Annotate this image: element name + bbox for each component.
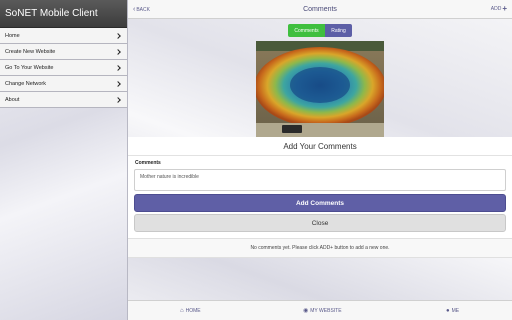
- chevron-right-icon: [115, 32, 121, 39]
- chevron-left-icon: ‹: [133, 6, 136, 13]
- hot-spring-image: [256, 41, 384, 137]
- globe-icon: ◉: [303, 308, 309, 314]
- top-bar: ‹ BACK Comments ADD +: [128, 0, 512, 19]
- app-title: SoNET Mobile Client: [0, 0, 127, 28]
- tab-bar: Comments Rating: [288, 24, 352, 37]
- sidebar-item-home[interactable]: Home: [0, 28, 127, 44]
- empty-state-message: No comments yet. Please click ADD+ butto…: [128, 238, 512, 258]
- section-heading: Add Your Comments: [283, 142, 357, 151]
- main-content: ‹ BACK Comments ADD + Comments Rating Ad…: [128, 0, 512, 320]
- nav-home[interactable]: ⌂ HOME: [180, 301, 201, 320]
- sidebar-item-about[interactable]: About: [0, 92, 127, 108]
- add-button[interactable]: ADD +: [491, 5, 507, 13]
- sidebar-item-label: Change Network: [5, 80, 46, 87]
- sidebar-item-go-to-website[interactable]: Go To Your Website: [0, 60, 127, 76]
- hot-spring-photo: [256, 41, 384, 137]
- add-label: ADD: [490, 6, 502, 12]
- chevron-right-icon: [115, 64, 121, 71]
- sidebar-item-change-network[interactable]: Change Network: [0, 76, 127, 92]
- plus-icon: +: [502, 4, 507, 13]
- close-button[interactable]: Close: [134, 214, 506, 232]
- nav-my-website[interactable]: ◉ MY WEBSITE: [303, 301, 342, 320]
- comment-form: Add Your Comments Comments Mother nature…: [128, 137, 512, 238]
- bottom-nav: ⌂ HOME ◉ MY WEBSITE ● ME: [128, 300, 512, 320]
- sidebar-item-create-website[interactable]: Create New Website: [0, 44, 127, 60]
- sidebar: SoNET Mobile Client Home Create New Webs…: [0, 0, 128, 320]
- nav-home-label: HOME: [185, 308, 201, 314]
- comment-input[interactable]: Mother nature is incredible: [134, 169, 506, 191]
- page-title: Comments: [303, 5, 337, 13]
- home-icon: ⌂: [180, 308, 184, 314]
- nav-me[interactable]: ● ME: [446, 301, 459, 320]
- back-label: BACK: [136, 6, 150, 13]
- nav-website-label: MY WEBSITE: [310, 308, 342, 314]
- tab-comments[interactable]: Comments: [288, 24, 325, 37]
- user-icon: ●: [446, 308, 450, 314]
- sidebar-item-label: About: [5, 96, 20, 103]
- back-button[interactable]: ‹ BACK: [133, 6, 150, 13]
- chevron-right-icon: [115, 96, 121, 103]
- add-comments-button[interactable]: Add Comments: [134, 194, 506, 212]
- tab-rating[interactable]: Rating: [325, 24, 352, 37]
- comments-label: Comments: [135, 160, 161, 166]
- chevron-right-icon: [115, 80, 121, 87]
- chevron-right-icon: [115, 48, 121, 55]
- sidebar-item-label: Create New Website: [5, 48, 56, 55]
- sidebar-item-label: Home: [5, 32, 20, 39]
- sidebar-item-label: Go To Your Website: [5, 64, 54, 71]
- divider: [128, 155, 512, 156]
- nav-me-label: ME: [451, 308, 460, 314]
